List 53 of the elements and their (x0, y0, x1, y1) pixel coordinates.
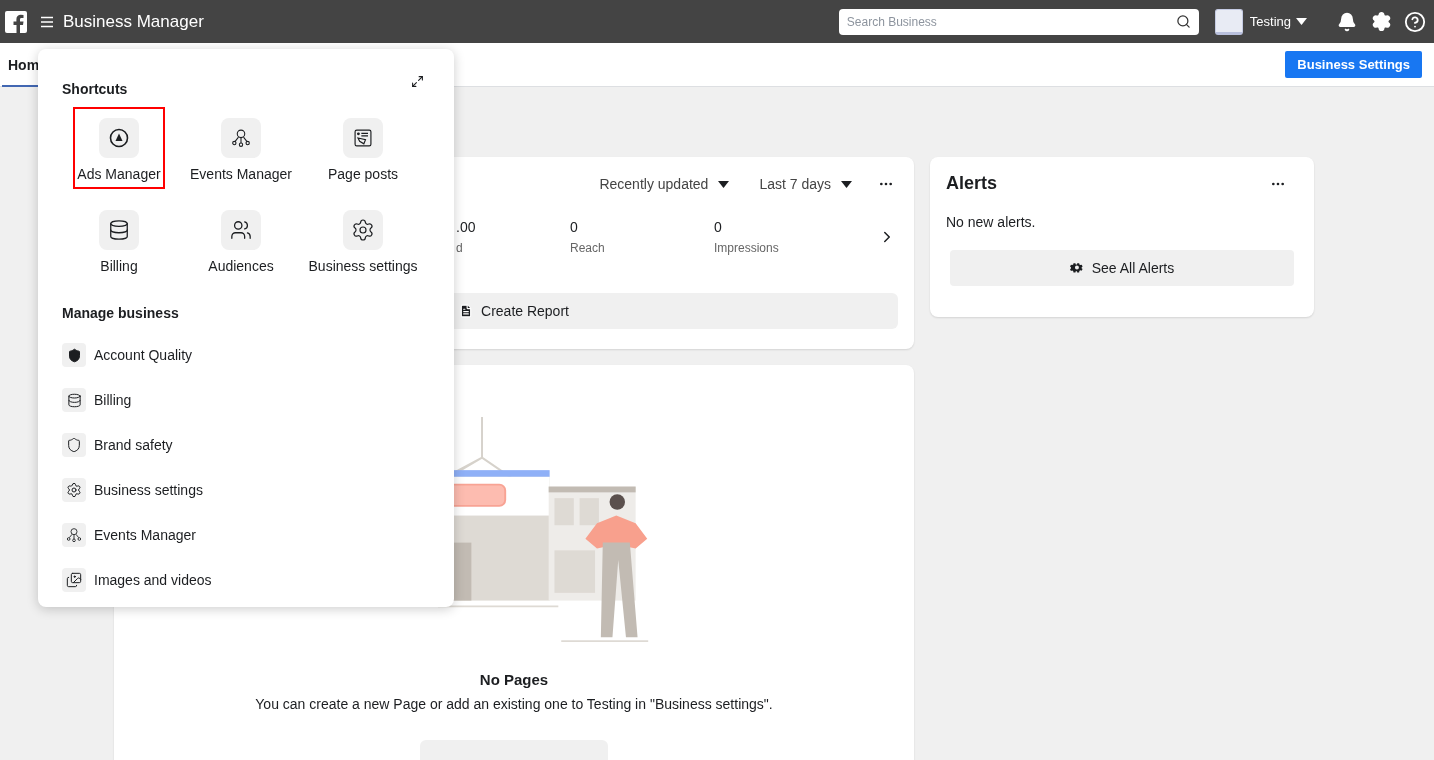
shortcut-tile[interactable]: Events Manager (186, 107, 296, 189)
empty-description: You can create a new Page or add an existing one to Testing in "Business settings". (255, 696, 773, 712)
filter-dropdown[interactable]: Recently updated (599, 176, 730, 192)
network-icon (221, 118, 261, 158)
menu-item[interactable]: Billing (62, 388, 430, 412)
menu-item[interactable]: Images and videos (62, 568, 430, 592)
metric-label: Impressions (714, 241, 780, 255)
account-name[interactable]: Testing (1249, 14, 1291, 29)
caret-icon (1296, 18, 1307, 25)
gear-icon (1069, 261, 1084, 275)
help-icon[interactable] (1404, 10, 1426, 33)
menu-item[interactable]: Business settings (62, 478, 430, 502)
business-settings-button[interactable]: Business Settings (1285, 51, 1422, 78)
metric-value: .00 (456, 219, 477, 235)
report-icon (459, 304, 474, 318)
menu-icon[interactable] (41, 15, 53, 28)
search-field[interactable]: Search Business (838, 8, 1199, 35)
shortcut-tile[interactable]: Page posts (323, 107, 403, 189)
shield-icon (62, 343, 86, 367)
metric-label: Reach (570, 241, 606, 255)
metric-label: d (456, 241, 464, 255)
business-avatar[interactable] (1214, 8, 1243, 35)
card-title: Alerts (946, 173, 998, 194)
network-icon (62, 523, 86, 547)
shield-icon (62, 433, 86, 457)
logo-icon[interactable] (5, 10, 27, 33)
people-icon (221, 210, 261, 250)
metric-value: 0 (570, 219, 579, 235)
settings-icon (343, 210, 383, 250)
app-title: Business Manager (63, 11, 204, 32)
empty-title: No Pages (479, 671, 549, 688)
compass-icon (99, 118, 139, 158)
alerts-message: No new alerts. (946, 214, 1037, 230)
caret-icon (841, 180, 852, 188)
caret-icon (718, 180, 730, 188)
menu-item[interactable]: Events Manager (62, 523, 430, 547)
filter-dropdown[interactable]: Last 7 days (759, 176, 852, 192)
shortcut-tile[interactable]: Business settings (304, 199, 422, 281)
expand-icon[interactable] (411, 75, 424, 88)
notifications-icon[interactable] (1337, 11, 1357, 32)
settings-icon[interactable] (1371, 11, 1392, 32)
section-heading: Shortcuts (62, 81, 128, 97)
images-icon (62, 568, 86, 592)
settings-icon (62, 478, 86, 502)
post-icon (343, 118, 383, 158)
shortcut-tile[interactable]: Ads Manager (73, 107, 165, 189)
metric-value: 0 (714, 219, 723, 235)
see-all-alerts-button[interactable]: See All Alerts (950, 250, 1294, 286)
shortcut-tile[interactable]: Billing (95, 199, 143, 281)
shortcut-tile[interactable]: Audiences (204, 199, 278, 281)
menu-item[interactable]: Account Quality (62, 343, 430, 367)
search-icon[interactable] (1175, 13, 1191, 29)
menu-item[interactable]: Brand safety (62, 433, 430, 457)
